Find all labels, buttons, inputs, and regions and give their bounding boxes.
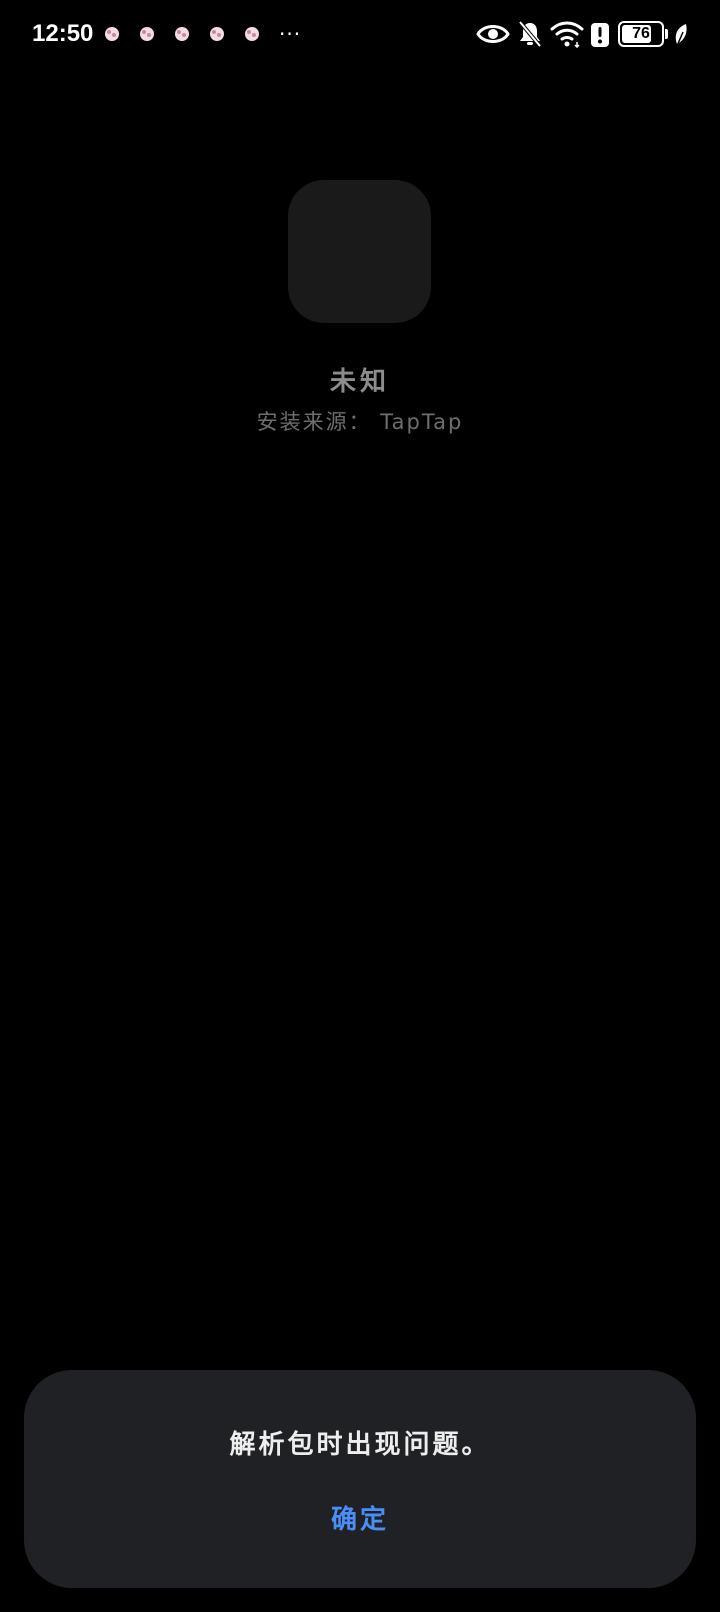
eye-icon	[476, 25, 510, 43]
app-notification-icon	[140, 27, 154, 41]
wifi-icon	[550, 21, 584, 48]
app-icon-placeholder	[288, 180, 431, 323]
install-source-label: 安装来源： TapTap	[256, 410, 464, 434]
status-bar: 12:50 ··· 76	[0, 0, 720, 70]
app-name: 未知	[329, 367, 390, 397]
confirm-button[interactable]: 确定	[260, 1490, 460, 1550]
alert-icon	[591, 23, 609, 47]
app-notification-icon	[175, 27, 189, 41]
leaf-icon	[675, 24, 687, 47]
app-notification-icon	[210, 27, 224, 41]
app-notification-icon	[105, 27, 119, 41]
battery-level: 76	[632, 25, 650, 42]
notification-icons: ···	[102, 22, 301, 46]
battery-indicator: 76	[618, 21, 664, 47]
more-notifications-icon: ···	[279, 22, 302, 46]
battery-cap	[665, 29, 668, 39]
dialog-message: 解析包时出现问题。	[229, 1430, 491, 1460]
bell-off-icon	[518, 20, 542, 48]
app-notification-icon	[245, 27, 259, 41]
error-dialog: 解析包时出现问题。 确定	[24, 1370, 696, 1588]
status-time: 12:50	[32, 20, 94, 47]
